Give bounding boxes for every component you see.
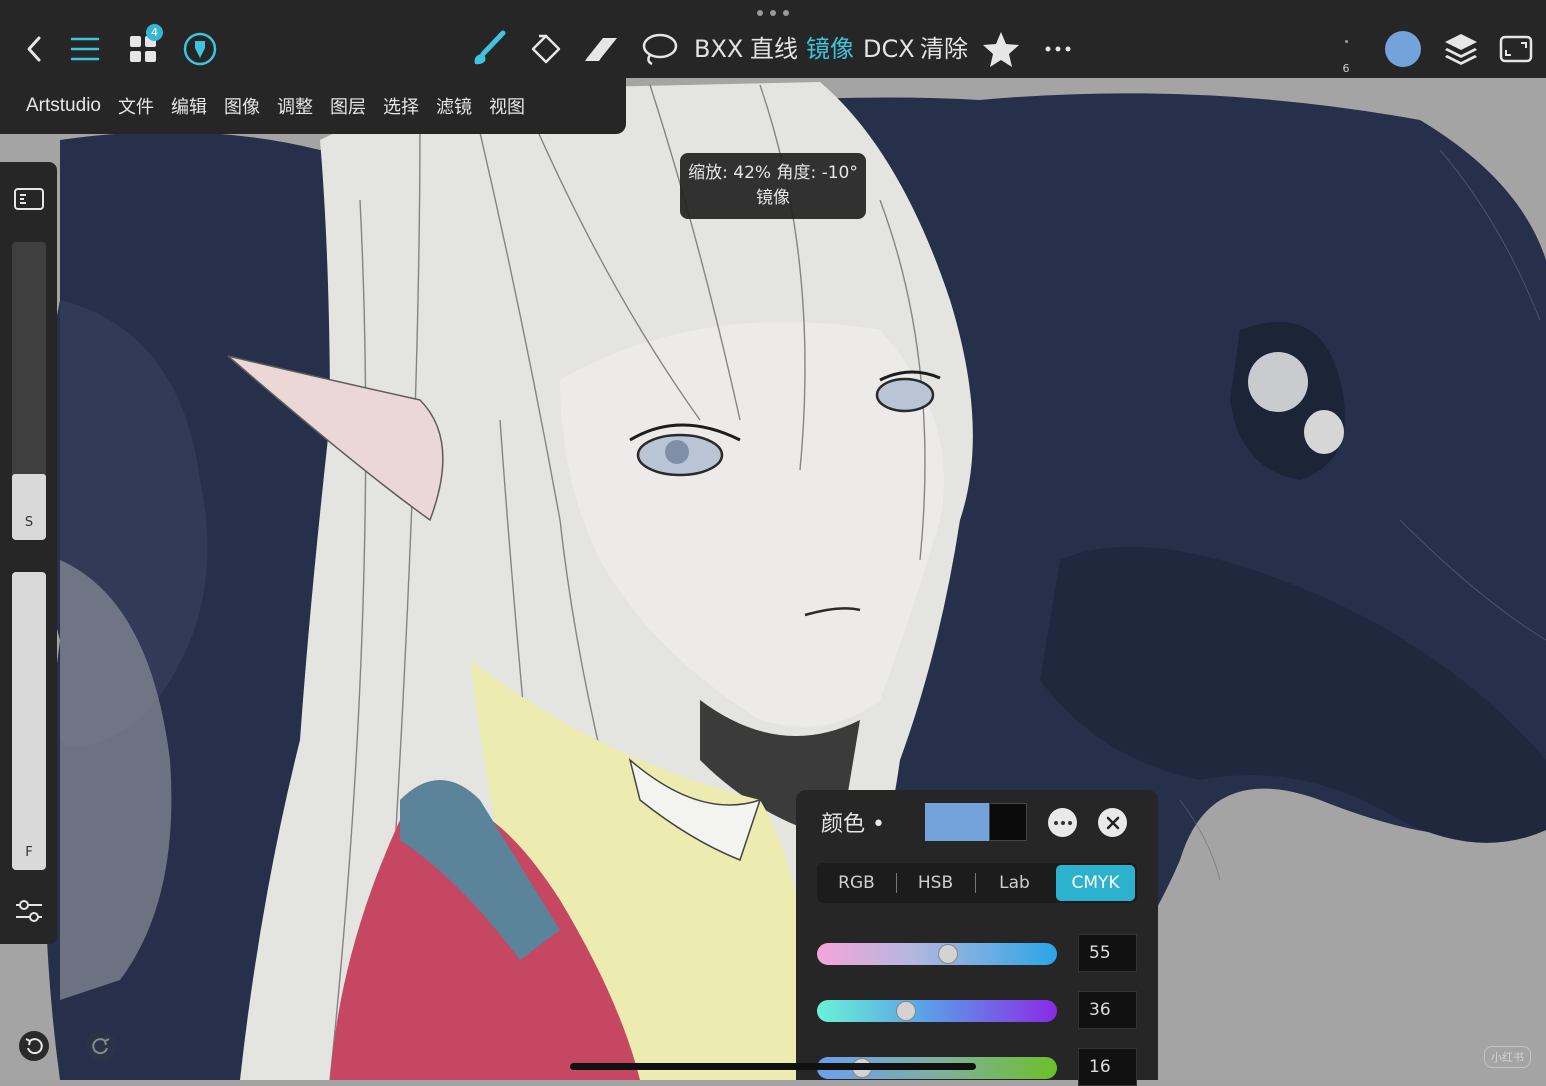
- menu-file[interactable]: 文件: [118, 93, 154, 119]
- primary-color-swatch[interactable]: [925, 803, 989, 841]
- zoom-tooltip-line2: 镜像: [756, 188, 790, 208]
- menu-view[interactable]: 视图: [489, 93, 525, 119]
- tab-hsb[interactable]: HSB: [896, 863, 975, 903]
- action-bxx[interactable]: BXX: [694, 30, 743, 68]
- menu-icon[interactable]: [68, 32, 102, 66]
- zoom-tooltip-line1: 缩放: 42% 角度: -10°: [688, 163, 858, 183]
- color-options-button[interactable]: [1048, 808, 1077, 837]
- cyan-slider[interactable]: [817, 943, 1057, 965]
- brush-panel-icon[interactable]: [11, 184, 47, 214]
- brush-size-fill: [12, 474, 46, 540]
- lasso-icon[interactable]: [638, 30, 680, 68]
- left-sidebar: S F: [0, 162, 57, 944]
- eraser-icon[interactable]: [582, 30, 622, 68]
- zoom-tooltip: 缩放: 42% 角度: -10° 镜像: [680, 153, 866, 219]
- top-toolbar: 4 BXX 直线 镜像 DCX 清除 6: [0, 0, 1546, 78]
- brush-size-label[interactable]: 6: [1338, 62, 1354, 75]
- layers-icon[interactable]: [1441, 30, 1481, 68]
- action-mirror[interactable]: 镜像: [806, 30, 854, 68]
- brush-size-preview: [1345, 40, 1348, 43]
- pen-settings-icon[interactable]: [182, 31, 218, 67]
- more-icon[interactable]: [1042, 36, 1074, 62]
- menu-filter[interactable]: 滤镜: [436, 93, 472, 119]
- tab-lab[interactable]: Lab: [975, 863, 1054, 903]
- cyan-slider-knob[interactable]: [938, 944, 958, 964]
- fill-icon[interactable]: [526, 30, 566, 68]
- tab-cmyk[interactable]: CMYK: [1056, 865, 1135, 901]
- close-button[interactable]: [1098, 808, 1127, 837]
- yellow-value-field[interactable]: 16: [1078, 1048, 1137, 1086]
- brush-flow-slider[interactable]: F: [12, 572, 46, 870]
- color-panel-title: 颜色 •: [821, 812, 885, 837]
- home-indicator[interactable]: [570, 1063, 976, 1070]
- action-straight-line[interactable]: 直线: [750, 30, 798, 68]
- magenta-slider[interactable]: [817, 1000, 1057, 1022]
- magenta-value-field[interactable]: 36: [1078, 991, 1137, 1029]
- color-panel: 颜色 • RGB HSB Lab CMYK 55 36 16: [796, 790, 1158, 1086]
- menu-artstudio[interactable]: Artstudio: [26, 95, 101, 117]
- tab-rgb[interactable]: RGB: [817, 863, 896, 903]
- star-icon[interactable]: [980, 29, 1022, 69]
- brush-size-slider[interactable]: S: [12, 242, 46, 540]
- color-mode-tabs: RGB HSB Lab CMYK: [817, 863, 1137, 903]
- close-icon: [1106, 816, 1119, 829]
- brush-flow-fill: [12, 572, 46, 870]
- menu-select[interactable]: 选择: [383, 93, 419, 119]
- fullscreen-icon[interactable]: [1497, 32, 1535, 66]
- action-dcx[interactable]: DCX: [863, 30, 915, 68]
- cyan-value-field[interactable]: 55: [1078, 934, 1137, 972]
- back-icon[interactable]: [18, 32, 50, 66]
- current-color-swatch[interactable]: [1385, 31, 1421, 67]
- magenta-slider-knob[interactable]: [896, 1001, 917, 1021]
- secondary-color-swatch[interactable]: [989, 803, 1027, 841]
- undo-icon: [25, 1038, 43, 1055]
- action-clear[interactable]: 清除: [920, 30, 968, 68]
- watermark: 小红书: [1484, 1046, 1531, 1068]
- brush-size-slider-label: S: [24, 515, 34, 530]
- window-grabber[interactable]: [757, 8, 789, 18]
- brush-flow-slider-label: F: [25, 845, 33, 860]
- menu-image[interactable]: 图像: [224, 93, 260, 119]
- menu-bar: Artstudio 文件 编辑 图像 调整 图层 选择 滤镜 视图: [0, 78, 626, 134]
- notification-badge: 4: [146, 24, 163, 41]
- adjust-sliders-icon[interactable]: [11, 894, 47, 928]
- undo-button[interactable]: [19, 1031, 49, 1061]
- redo-button[interactable]: [86, 1031, 116, 1061]
- brush-icon[interactable]: [468, 30, 508, 68]
- menu-layer[interactable]: 图层: [330, 93, 366, 119]
- menu-edit[interactable]: 编辑: [171, 93, 207, 119]
- redo-icon: [92, 1038, 110, 1055]
- menu-adjust[interactable]: 调整: [277, 93, 313, 119]
